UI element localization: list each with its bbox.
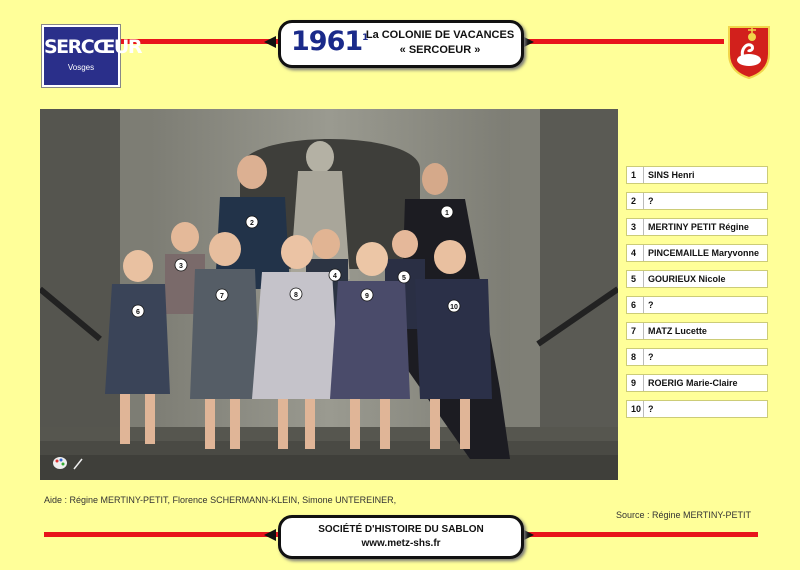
header-tip-left xyxy=(264,36,276,48)
list-item: 1 SINS Henri xyxy=(626,166,768,184)
title-box: 19611 La COLONIE DE VACANCES « SERCOEUR … xyxy=(278,20,524,68)
svg-text:5: 5 xyxy=(402,275,406,282)
footer-rule-left xyxy=(44,532,278,537)
list-item: 8? xyxy=(626,348,768,366)
list-item: 3 MERTINY PETIT Régine xyxy=(626,218,768,236)
footer-tip-left xyxy=(264,529,276,541)
aide-credits: Aide : Régine MERTINY-PETIT, Florence SC… xyxy=(44,495,397,505)
source-credit: Source : Régine MERTINY-PETIT xyxy=(616,510,752,520)
svg-text:2: 2 xyxy=(250,220,254,227)
group-photo: 1 2 3 4 5 6 7 8 9 10 xyxy=(40,109,618,480)
list-item: 10? xyxy=(626,400,768,418)
title-line-1: La COLONIE DE VACANCES xyxy=(365,29,515,41)
svg-text:3: 3 xyxy=(179,263,183,270)
coat-of-arms-icon xyxy=(728,26,770,80)
names-list: 1 SINS Henri 2? 3 MERTINY PETIT Régine 4 PI… xyxy=(626,166,768,426)
logo-subtext: Vosges xyxy=(67,63,95,72)
svg-text:6: 6 xyxy=(136,309,140,316)
svg-text:9: 9 xyxy=(365,293,369,300)
svg-text:10: 10 xyxy=(450,304,458,311)
header-rule-left xyxy=(118,39,278,44)
society-url[interactable]: www.metz-shs.fr xyxy=(281,538,521,549)
footer-rule-right xyxy=(522,532,758,537)
svg-text:4: 4 xyxy=(333,273,337,280)
list-item: 9 ROERIG Marie-Claire xyxy=(626,374,768,392)
logo-text: SERCŒUR xyxy=(44,36,142,58)
list-item: 4 PINCEMAILLE Maryvonne xyxy=(626,244,768,262)
svg-text:7: 7 xyxy=(220,293,224,300)
svg-text:1: 1 xyxy=(445,210,449,217)
list-item: 7 MATZ Lucette xyxy=(626,322,768,340)
list-item: 6? xyxy=(626,296,768,314)
list-item: 5 GOURIEUX Nicole xyxy=(626,270,768,288)
header-rule-right xyxy=(522,39,724,44)
svg-text:8: 8 xyxy=(294,292,298,299)
title-line-2: « SERCOEUR » xyxy=(399,44,481,56)
list-item: 2? xyxy=(626,192,768,210)
year-label: 19611 xyxy=(291,26,368,57)
society-name: SOCIÉTÉ D'HISTOIRE DU SABLON xyxy=(318,524,484,535)
society-box: SOCIÉTÉ D'HISTOIRE DU SABLON www.metz-sh… xyxy=(278,515,524,559)
sercoeur-logo: SERCŒUR Vosges xyxy=(42,25,142,87)
